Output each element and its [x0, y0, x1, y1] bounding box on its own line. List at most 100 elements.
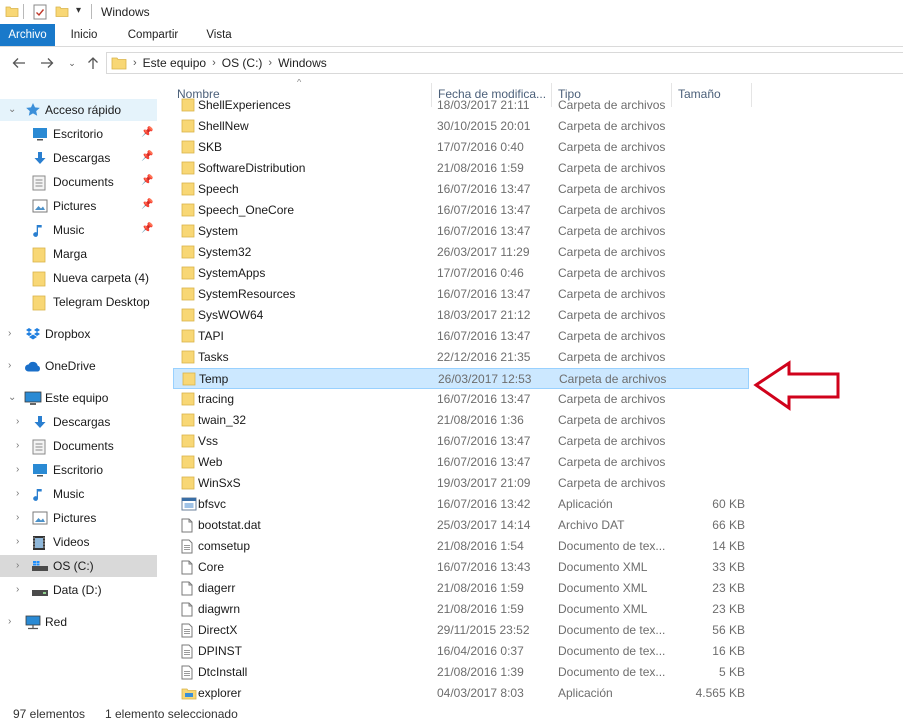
sidebar-item-escritorio[interactable]: Escritorio 📌	[0, 123, 157, 145]
table-row[interactable]: TAPI 16/07/2016 13:47 Carpeta de archivos	[173, 326, 749, 347]
table-row[interactable]: Tasks 22/12/2016 21:35 Carpeta de archivos	[173, 347, 749, 368]
chevron-right-icon[interactable]: ›	[16, 536, 19, 547]
folder-icon	[181, 350, 195, 367]
chevron-right-icon[interactable]: ›	[16, 440, 19, 451]
table-row[interactable]: ShellNew 30/10/2015 20:01 Carpeta de archi…	[173, 116, 749, 137]
table-row[interactable]: Speech_OneCore 16/07/2016 13:47 Carpeta de…	[173, 200, 749, 221]
table-row[interactable]: Core 16/07/2016 13:43 Documento XML 33 KB	[173, 557, 749, 578]
breadcrumb-este-equipo[interactable]: Este equipo	[143, 56, 206, 70]
chevron-right-icon[interactable]: ›	[16, 464, 19, 475]
chevron-right-icon[interactable]: ›	[8, 328, 11, 339]
column-divider[interactable]	[751, 83, 752, 107]
table-row[interactable]: twain_32 21/08/2016 1:36 Carpeta de archiv…	[173, 410, 749, 431]
sidebar-item-label: Music	[53, 223, 85, 237]
file-date: 30/10/2015 20:01	[437, 119, 531, 133]
tab-inicio[interactable]: Inicio	[62, 24, 106, 46]
sidebar-item-os-c[interactable]: › OS (C:)	[0, 555, 157, 577]
text-document-icon	[181, 644, 193, 662]
sidebar-item-documents[interactable]: Documents 📌	[0, 171, 157, 193]
table-row[interactable]: SysWOW64 18/03/2017 21:12 Carpeta de archi…	[173, 305, 749, 326]
properties-icon[interactable]	[33, 4, 47, 23]
breadcrumb-chevron-icon[interactable]: ›	[212, 57, 216, 69]
sidebar-item-pc-videos[interactable]: › Videos	[0, 531, 157, 553]
new-folder-icon[interactable]	[55, 4, 69, 21]
sidebar-item-data-d[interactable]: › Data (D:)	[0, 579, 157, 601]
pin-icon[interactable]: 📌	[141, 127, 153, 138]
forward-arrow-icon[interactable]	[38, 54, 56, 72]
table-row-selected[interactable]: Temp 26/03/2017 12:53 Carpeta de archivos	[173, 368, 749, 389]
sidebar-item-pc-escritorio[interactable]: › Escritorio	[0, 459, 157, 481]
table-row-partial[interactable]: ShellExperiences 18/03/2017 21:11 Carpet…	[173, 95, 749, 116]
table-row[interactable]: SystemApps 17/07/2016 0:46 Carpeta de arch…	[173, 263, 749, 284]
table-row[interactable]: DtcInstall 21/08/2016 1:39 Documento de te…	[173, 662, 749, 683]
chevron-right-icon[interactable]: ›	[16, 488, 19, 499]
customize-toolbar-dropdown-icon[interactable]: ▾	[76, 5, 81, 16]
folder-icon[interactable]	[5, 4, 19, 21]
sidebar-item-label: Telegram Desktop	[53, 295, 150, 309]
table-row[interactable]: diagerr 21/08/2016 1:59 Documento XML 23 KB	[173, 578, 749, 599]
breadcrumb-os-c[interactable]: OS (C:)	[222, 56, 263, 70]
recent-locations-chevron-icon[interactable]: ⌄	[63, 54, 81, 72]
sidebar-item-marga[interactable]: Marga	[0, 243, 157, 265]
sidebar-item-pc-music[interactable]: › Music	[0, 483, 157, 505]
chevron-down-icon[interactable]: ⌄	[8, 104, 16, 115]
breadcrumb-chevron-icon[interactable]: ›	[268, 57, 272, 69]
music-icon	[32, 487, 46, 506]
table-row[interactable]: SKB 17/07/2016 0:40 Carpeta de archivos	[173, 137, 749, 158]
breadcrumb-windows[interactable]: Windows	[278, 56, 327, 70]
tab-archivo[interactable]: Archivo	[0, 24, 55, 46]
table-row[interactable]: explorer 04/03/2017 8:03 Aplicación 4.565 K…	[173, 683, 749, 704]
sidebar-item-pictures[interactable]: Pictures 📌	[0, 195, 157, 217]
table-row[interactable]: tracing 16/07/2016 13:47 Carpeta de archiv…	[173, 389, 749, 410]
pin-icon[interactable]: 📌	[141, 223, 153, 234]
table-row[interactable]: SoftwareDistribution 21/08/2016 1:59 Carpe…	[173, 158, 749, 179]
file-type: Carpeta de archivos	[558, 413, 666, 427]
sidebar-item-network[interactable]: › Red	[0, 611, 157, 633]
folder-icon	[181, 98, 195, 115]
breadcrumb-chevron-icon[interactable]: ›	[133, 57, 137, 69]
chevron-right-icon[interactable]: ›	[16, 512, 19, 523]
sidebar-item-dropbox[interactable]: › Dropbox	[0, 323, 157, 345]
file-date: 16/07/2016 13:43	[437, 560, 531, 574]
tab-vista[interactable]: Vista	[198, 24, 240, 46]
sidebar-item-music[interactable]: Music 📌	[0, 219, 157, 241]
table-row[interactable]: SystemResources 16/07/2016 13:47 Carpeta d…	[173, 284, 749, 305]
chevron-down-icon[interactable]: ⌄	[8, 392, 16, 403]
address-bar[interactable]: › Este equipo › OS (C:) › Windows	[106, 52, 903, 74]
sidebar-item-quick-access[interactable]: ⌄ Acceso rápido	[0, 99, 157, 121]
chevron-right-icon[interactable]: ›	[8, 616, 11, 627]
sidebar-item-pc-documents[interactable]: › Documents	[0, 435, 157, 457]
chevron-right-icon[interactable]: ›	[16, 560, 19, 571]
table-row[interactable]: diagwrn 21/08/2016 1:59 Documento XML 23 KB	[173, 599, 749, 620]
pin-icon[interactable]: 📌	[141, 175, 153, 186]
sidebar-item-telegram-desktop[interactable]: Telegram Desktop	[0, 291, 157, 313]
table-row[interactable]: Speech 16/07/2016 13:47 Carpeta de archivo…	[173, 179, 749, 200]
file-date: 17/07/2016 0:46	[437, 266, 524, 280]
sidebar-item-descargas[interactable]: Descargas 📌	[0, 147, 157, 169]
table-row[interactable]: System 16/07/2016 13:47 Carpeta de archivo…	[173, 221, 749, 242]
table-row[interactable]: bfsvc 16/07/2016 13:42 Aplicación 60 KB	[173, 494, 749, 515]
chevron-right-icon[interactable]: ›	[8, 360, 11, 371]
table-row[interactable]: WinSxS 19/03/2017 21:09 Carpeta de archivo…	[173, 473, 749, 494]
table-row[interactable]: System32 26/03/2017 11:29 Carpeta de archi…	[173, 242, 749, 263]
sidebar-item-onedrive[interactable]: › OneDrive	[0, 355, 157, 377]
pin-icon[interactable]: 📌	[141, 151, 153, 162]
table-row[interactable]: comsetup 21/08/2016 1:54 Documento de tex.…	[173, 536, 749, 557]
up-arrow-icon[interactable]	[84, 54, 102, 72]
sidebar-item-pc-pictures[interactable]: › Pictures	[0, 507, 157, 529]
table-row[interactable]: Web 16/07/2016 13:47 Carpeta de archivos	[173, 452, 749, 473]
back-arrow-icon[interactable]	[10, 54, 28, 72]
table-row[interactable]: DPINST 16/04/2016 0:37 Documento de tex...…	[173, 641, 749, 662]
tab-compartir[interactable]: Compartir	[120, 24, 186, 46]
chevron-right-icon[interactable]: ›	[16, 584, 19, 595]
table-row[interactable]: DirectX 29/11/2015 23:52 Documento de tex.…	[173, 620, 749, 641]
table-row[interactable]: Vss 16/07/2016 13:47 Carpeta de archivos	[173, 431, 749, 452]
folder-icon	[181, 161, 195, 178]
table-row[interactable]: bootstat.dat 25/03/2017 14:14 Archivo DAT 6…	[173, 515, 749, 536]
file-name: System32	[198, 245, 252, 259]
chevron-right-icon[interactable]: ›	[16, 416, 19, 427]
pin-icon[interactable]: 📌	[141, 199, 153, 210]
sidebar-item-pc-descargas[interactable]: › Descargas	[0, 411, 157, 433]
sidebar-item-nueva-carpeta-4[interactable]: Nueva carpeta (4)	[0, 267, 157, 289]
sidebar-item-this-pc[interactable]: ⌄ Este equipo	[0, 387, 157, 409]
